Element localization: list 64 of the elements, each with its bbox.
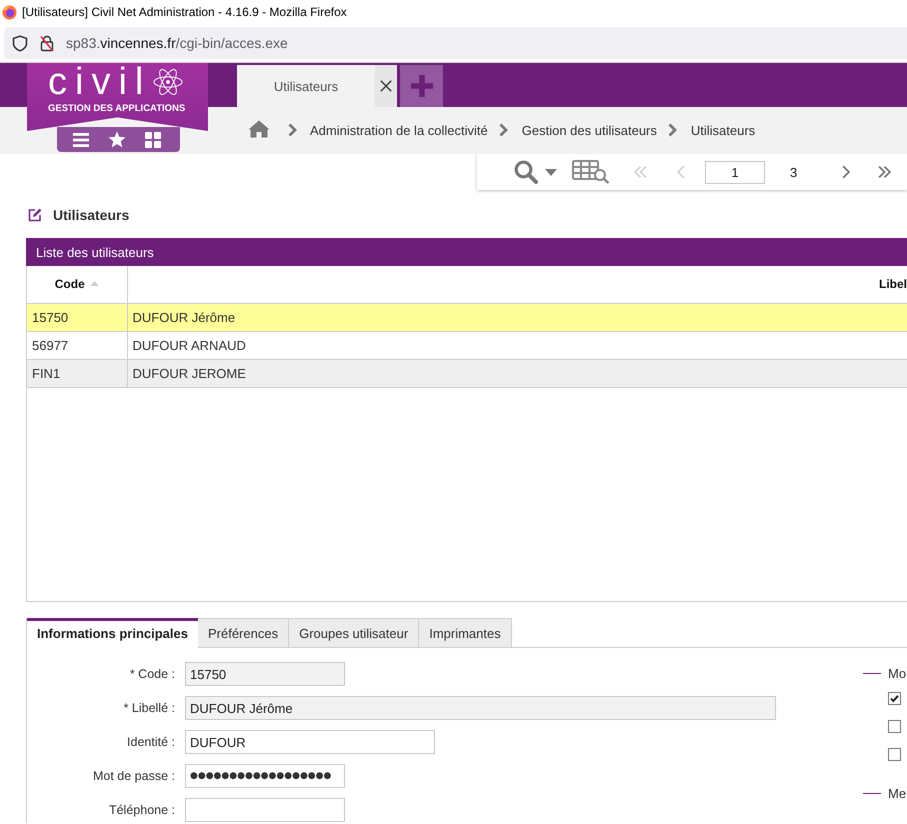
edit-icon xyxy=(28,208,42,222)
plus-icon xyxy=(410,74,434,98)
browser-icon xyxy=(2,4,17,20)
shield-icon[interactable] xyxy=(12,34,28,52)
grid-icon[interactable] xyxy=(145,132,161,148)
chevron-right-icon[interactable] xyxy=(842,165,850,179)
group-legend: Mo xyxy=(888,666,906,680)
checkbox[interactable] xyxy=(888,692,901,704)
caret-icon[interactable] xyxy=(545,168,557,176)
field-label: Téléphone : xyxy=(108,803,175,817)
text-field[interactable]: DUFOUR Jérôme xyxy=(185,696,776,720)
table-cell: 15750 xyxy=(27,303,127,331)
logo-tagline: GESTION DES APPLICATIONS xyxy=(48,103,186,114)
address-bar[interactable]: sp83.vincennes.fr/cgi-bin/acces.exe xyxy=(4,27,907,59)
page-field[interactable]: 1 xyxy=(705,160,765,184)
logo-banner[interactable]: civil GESTION DES APPLICATIONS xyxy=(27,63,208,131)
page-count: 3 xyxy=(790,164,798,180)
text-field[interactable]: DUFOUR xyxy=(185,730,435,754)
field-label: * Libellé : xyxy=(124,701,175,715)
table-row[interactable]: FIN1 DUFOUR JEROME xyxy=(27,359,907,387)
password-field[interactable]: ●●●●●●●●●●●●●●●●●● xyxy=(185,764,345,788)
breadcrumb-current: Utilisateurs xyxy=(690,122,756,138)
text-field[interactable]: 15750 xyxy=(185,662,345,686)
table-row[interactable]: 15750 DUFOUR Jérôme xyxy=(27,303,907,331)
group-legend: Me xyxy=(888,786,906,800)
chevron-right-icon xyxy=(668,123,677,137)
tab[interactable]: Préférences xyxy=(198,618,290,648)
home-icon[interactable] xyxy=(248,120,270,138)
atom-icon xyxy=(153,67,184,97)
menu-icon[interactable] xyxy=(73,132,89,146)
checkbox[interactable] xyxy=(888,720,901,732)
column-header[interactable]: Code xyxy=(27,266,127,303)
search-icon[interactable] xyxy=(514,160,538,184)
star-icon[interactable] xyxy=(108,131,126,148)
lock-slash-icon[interactable] xyxy=(40,34,54,52)
text-field[interactable] xyxy=(185,798,345,822)
logo-wordmark: civil xyxy=(48,64,152,100)
close-icon xyxy=(380,80,392,92)
breadcrumb-link[interactable]: Administration de la collectivité xyxy=(310,122,488,138)
tab[interactable]: Groupes utilisateur xyxy=(289,618,420,648)
chevron-right-icon xyxy=(498,123,508,137)
double-chevron-right-icon[interactable] xyxy=(878,165,892,179)
table-cell: DUFOUR Jérôme xyxy=(127,303,907,331)
panel-title: Liste des utilisateurs xyxy=(26,238,907,266)
field-label: Identité : xyxy=(127,735,175,749)
chevron-right-icon xyxy=(288,123,297,137)
field-label: Mot de passe : xyxy=(93,769,175,783)
close-tab-button[interactable] xyxy=(375,65,397,107)
table-row[interactable]: 56977 DUFOUR ARNAUD xyxy=(27,331,907,359)
grid-search-icon[interactable] xyxy=(572,160,610,184)
checkbox[interactable] xyxy=(888,748,901,760)
tab[interactable]: Informations principales xyxy=(27,618,198,648)
table-cell: DUFOUR JEROME xyxy=(127,359,907,387)
tab[interactable]: Imprimantes xyxy=(419,618,512,648)
table-cell: 56977 xyxy=(27,331,127,359)
table-cell: DUFOUR ARNAUD xyxy=(127,331,907,359)
app-tab[interactable]: Utilisateurs xyxy=(237,65,375,107)
table-cell: FIN1 xyxy=(27,359,127,387)
page-title: Utilisateurs xyxy=(53,207,130,223)
breadcrumb-link[interactable]: Gestion des utilisateurs xyxy=(522,122,657,138)
field-label: * Code : xyxy=(130,667,175,681)
window-title: [Utilisateurs] Civil Net Administration - 4.16.9 - Mozilla Firefox xyxy=(22,5,347,19)
url-text[interactable]: sp83.vincennes.fr/cgi-bin/acces.exe xyxy=(66,35,288,51)
column-header[interactable]: Libel xyxy=(127,266,907,303)
